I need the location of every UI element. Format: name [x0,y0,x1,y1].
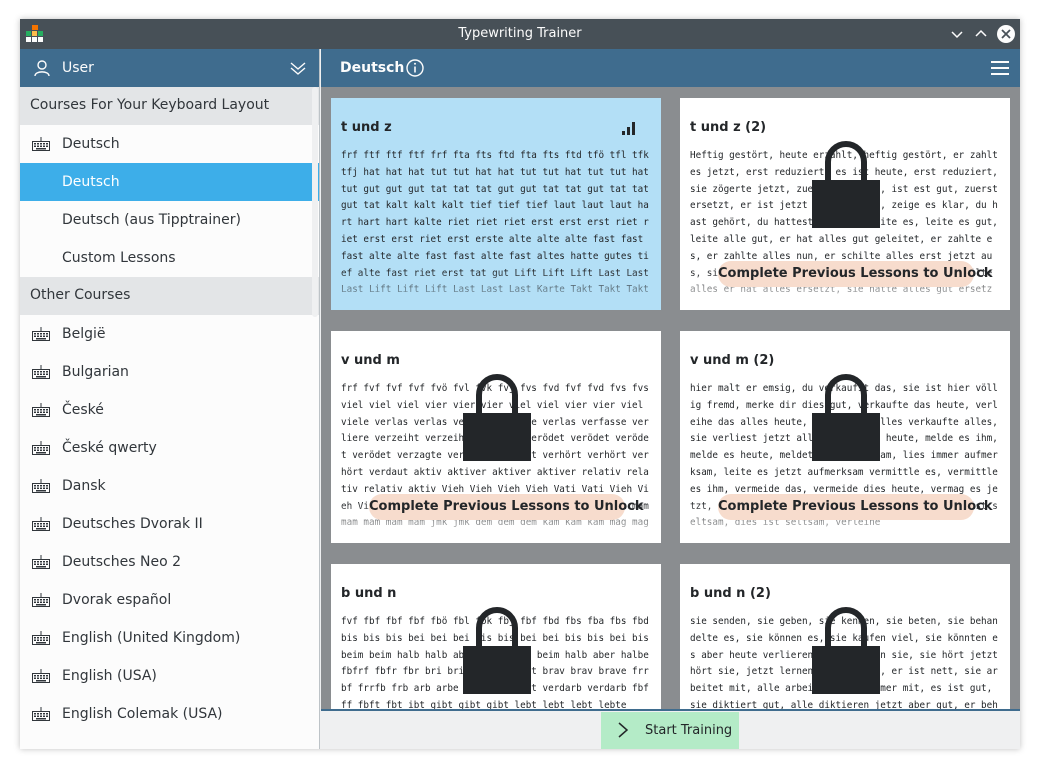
keyboard-icon [32,479,50,493]
unlock-message: Complete Previous Lessons to Unlock [369,494,644,520]
keyboard-icon [32,137,50,151]
lock-icon [812,607,880,694]
section-header-other-courses: Other Courses [20,277,319,315]
sidebar-item-label: Deutsch [62,174,120,190]
sidebar-item-label: English Colemak (USA) [62,706,223,722]
keyboard-icon [32,707,50,721]
sidebar-item-label: Deutsch (aus Tipptrainer) [62,212,241,228]
sidebar-item-other-course[interactable]: English (United Kingdom) [20,619,319,657]
lesson-title: b und n (2) [690,586,771,601]
window-title: Typewriting Trainer [458,26,582,41]
lesson-card-locked[interactable]: b und n fvf fbf fbf fbf fbö fbl fbk fbj … [331,564,661,709]
lesson-grid: t und z frf ftf ftf ftf frf fta fts ftd … [321,87,1020,709]
sidebar-item-other-course[interactable]: Deutsches Neo 2 [20,543,319,581]
keyboard-icon [32,593,50,607]
lesson-card-locked[interactable]: v und m (2) hier malt er emsig, du verka… [680,331,1010,543]
sidebar-item-other-course[interactable]: English Colemak (USA) [20,695,319,733]
course-title: Deutsch [340,60,405,76]
sidebar-item-other-course[interactable]: České [20,391,319,429]
unlock-message: Complete Previous Lessons to Unlock [718,261,993,287]
sidebar-item-label: English (United Kingdom) [62,630,241,646]
lock-icon [463,374,531,461]
sidebar-item-custom-lessons[interactable]: Custom Lessons [20,239,319,277]
app-window: Typewriting Trainer User Courses For You… [20,19,1020,749]
lesson-title: b und n [341,586,397,601]
title-bar[interactable]: Typewriting Trainer [20,19,1020,49]
bottom-toolbar: Start Training [321,709,1020,749]
course-header: Deutsch [321,49,1020,87]
expand-double-chevron-icon[interactable] [288,58,308,78]
sidebar-item-label: Dvorak español [62,592,172,608]
keyboard-icon [32,441,50,455]
sidebar-item-other-course[interactable]: České qwerty [20,429,319,467]
sidebar-item-other-course[interactable]: Deutsches Dvorak II [20,505,319,543]
section-header-keyboard-courses: Courses For Your Keyboard Layout [20,87,319,125]
sidebar-item-deutsch-lessons[interactable]: Deutsch [20,163,319,201]
lesson-title: v und m (2) [690,353,775,368]
lock-icon [812,374,880,461]
sidebar-item-label: België [62,326,106,342]
chevron-right-icon [618,722,629,738]
hamburger-menu-icon[interactable] [991,60,1009,76]
sidebar-item-label: English (USA) [62,668,157,684]
keyboard-icon [32,555,50,569]
lesson-title: t und z [341,120,392,135]
sidebar-item-label: Bulgarian [62,364,129,380]
lesson-title: v und m [341,353,400,368]
sidebar-item-deutsch-course[interactable]: Deutsch [20,125,319,163]
lock-icon [463,607,531,694]
maximize-icon[interactable] [972,25,990,43]
sidebar-item-label: Deutsches Neo 2 [62,554,181,570]
lesson-card[interactable]: t und z frf ftf ftf ftf frf fta fts ftd … [331,98,661,310]
keyboard-icon [32,517,50,531]
sidebar-item-label: České qwerty [62,440,157,456]
sidebar-item-label: Dansk [62,478,106,494]
sidebar-item-other-course[interactable]: Dansk [20,467,319,505]
sidebar-item-label: Custom Lessons [62,250,176,266]
keyboard-icon [32,365,50,379]
sidebar-item-label: Deutsches Dvorak II [62,516,203,532]
user-selector[interactable]: User [20,49,319,87]
sidebar-item-label: České [62,402,104,418]
keyboard-icon [32,327,50,341]
lesson-card-locked[interactable]: t und z (2) Heftig gestört, heute erzähl… [680,98,1010,310]
user-label: User [62,60,94,76]
keyboard-icon [32,403,50,417]
close-icon[interactable] [997,25,1015,43]
unlock-message: Complete Previous Lessons to Unlock [718,494,993,520]
lesson-card-locked[interactable]: b und n (2) sie senden, sie geben, sie k… [680,564,1010,709]
user-icon [34,60,50,77]
sidebar-item-other-course[interactable]: Dvorak español [20,581,319,619]
fade-overlay [331,270,661,310]
keyboard-icon [32,669,50,683]
sidebar-item-other-course[interactable]: English (USA) [20,657,319,695]
lesson-title: t und z (2) [690,120,767,135]
start-training-label: Start Training [645,723,733,738]
sidebar-item-deutsch-tipptrainer[interactable]: Deutsch (aus Tipptrainer) [20,201,319,239]
sidebar-item-other-course[interactable]: België [20,315,319,353]
sidebar-scrollbar[interactable] [312,87,318,317]
start-training-button[interactable]: Start Training [601,712,739,749]
lock-icon [812,141,880,228]
info-icon[interactable] [405,58,425,78]
sidebar-item-other-course[interactable]: Bulgarian [20,353,319,391]
keyboard-icon [32,631,50,645]
course-sidebar: User Courses For Your Keyboard Layout De… [20,49,320,749]
sidebar-item-label: Deutsch [62,136,120,152]
lesson-card-locked[interactable]: v und m frf fvf fvf fvf fvö fvl fvk fvj … [331,331,661,543]
minimize-icon[interactable] [948,25,966,43]
signal-bars-icon[interactable] [621,118,639,136]
